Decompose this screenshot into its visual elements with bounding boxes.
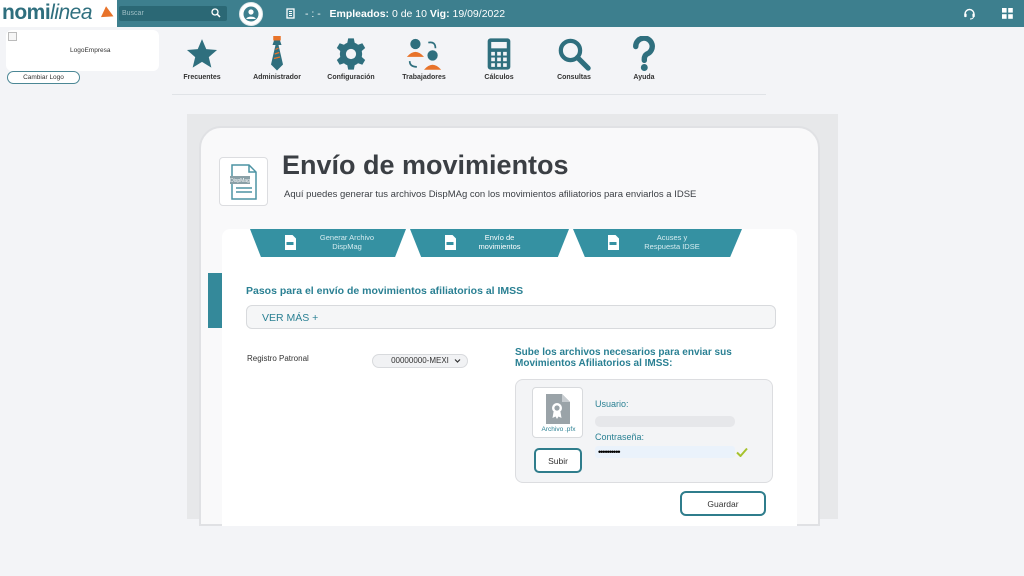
user-label: Usuario: — [595, 399, 629, 409]
password-label: Contraseña: — [595, 432, 645, 442]
nav-item-ayuda[interactable]: Ayuda — [604, 36, 684, 81]
search-input[interactable] — [122, 7, 208, 20]
header-separator: - : - — [305, 8, 321, 20]
certificate-label: Archivo .pfx — [541, 426, 576, 433]
headset-icon[interactable] — [963, 7, 976, 20]
see-more-label: VER MÁS + — [262, 312, 319, 324]
broken-image-icon — [8, 32, 17, 41]
employees-value: 0 de 10 — [391, 8, 427, 20]
nav-label: Cálculos — [484, 74, 514, 81]
company-logo-card: LogoEmpresa — [6, 30, 159, 71]
tab-label: Envío de movimientos — [478, 233, 521, 251]
validity-value: 19/09/2022 — [452, 8, 506, 20]
nav-item-trabajadores[interactable]: Trabajadores — [384, 36, 464, 81]
company-logo-alt-text: LogoEmpresa — [70, 47, 111, 54]
page-title: Envío de movimientos — [282, 150, 569, 180]
gear-icon — [336, 38, 366, 70]
employees-label: Empleados: — [329, 8, 390, 20]
save-button[interactable]: Guardar — [680, 491, 766, 516]
side-accent-bar — [208, 273, 222, 328]
user-avatar[interactable] — [239, 2, 263, 26]
tab-acuses-idse[interactable]: Acuses y Respuesta IDSE — [573, 229, 742, 257]
certificate-icon — [546, 394, 570, 424]
logo-arrow-icon — [100, 6, 117, 22]
user-input[interactable] — [595, 416, 735, 427]
search-box — [119, 6, 227, 21]
question-icon — [633, 36, 655, 71]
change-logo-button[interactable]: Cambiar Logo — [7, 71, 80, 84]
steps-title: Pasos para el envío de movimientos afili… — [246, 285, 524, 297]
nav-label: Consultas — [557, 74, 591, 81]
certificate-file-box[interactable]: Archivo .pfx — [532, 387, 583, 438]
nav-label: Administrador — [253, 74, 301, 81]
nav-label: Frecuentes — [183, 74, 221, 81]
upload-button[interactable]: Subir — [534, 448, 582, 473]
nav-item-administrador[interactable]: Administrador — [237, 36, 317, 81]
file-icon — [285, 235, 296, 250]
tie-icon — [271, 36, 283, 71]
upload-title: Sube los archivos necesarios para enviar… — [515, 347, 732, 369]
check-icon — [736, 447, 748, 457]
password-input[interactable] — [595, 446, 735, 458]
star-icon — [186, 39, 218, 68]
file-icon — [445, 235, 456, 250]
nav-label: Trabajadores — [402, 74, 446, 81]
app-logo[interactable]: nomilinea — [0, 0, 117, 27]
registro-patronal-select[interactable]: 00000000-MEXI — [372, 354, 468, 368]
see-more-accordion[interactable]: VER MÁS + — [246, 305, 776, 329]
nav-divider — [172, 94, 766, 95]
registro-patronal-label: Registro Patronal — [247, 354, 309, 363]
book-icon[interactable] — [286, 8, 295, 19]
apps-grid-icon[interactable] — [1002, 8, 1013, 19]
nav-label: Ayuda — [633, 74, 655, 81]
nav-item-consultas[interactable]: Consultas — [534, 36, 614, 81]
svg-text:DispMag: DispMag — [230, 178, 250, 184]
user-icon — [243, 6, 259, 22]
nav-item-configuracion[interactable]: Configuración — [311, 36, 391, 81]
license-info: - : - Empleados: 0 de 10 Vig: 19/09/2022 — [305, 8, 505, 20]
tab-generar-archivo[interactable]: Generar Archivo DispMag — [250, 229, 406, 257]
validity-label: Vig: — [429, 8, 450, 20]
nav-item-frecuentes[interactable]: Frecuentes — [162, 36, 242, 81]
page-subtitle: Aquí puedes generar tus archivos DispMAg… — [284, 189, 697, 200]
registro-patronal-value: 00000000-MEXI — [391, 356, 449, 365]
tab-label: Acuses y Respuesta IDSE — [644, 233, 700, 251]
workers-icon — [406, 38, 442, 70]
nav-label: Configuración — [327, 74, 375, 81]
dispmag-file-icon: DispMag — [219, 157, 268, 206]
top-bar: nomilinea - : - Empleados: 0 de 10 Vig: … — [0, 0, 1024, 27]
app-logo-text: nomilinea — [2, 1, 93, 24]
search-icon[interactable] — [211, 8, 221, 18]
calculator-icon — [487, 38, 511, 70]
magnifier-icon — [558, 38, 591, 71]
tab-envio-movimientos[interactable]: Envío de movimientos — [410, 229, 569, 257]
nav-item-calculos[interactable]: Cálculos — [459, 36, 539, 81]
file-icon — [608, 235, 619, 250]
tab-label: Generar Archivo DispMag — [319, 233, 375, 251]
chevron-down-icon — [454, 359, 461, 363]
